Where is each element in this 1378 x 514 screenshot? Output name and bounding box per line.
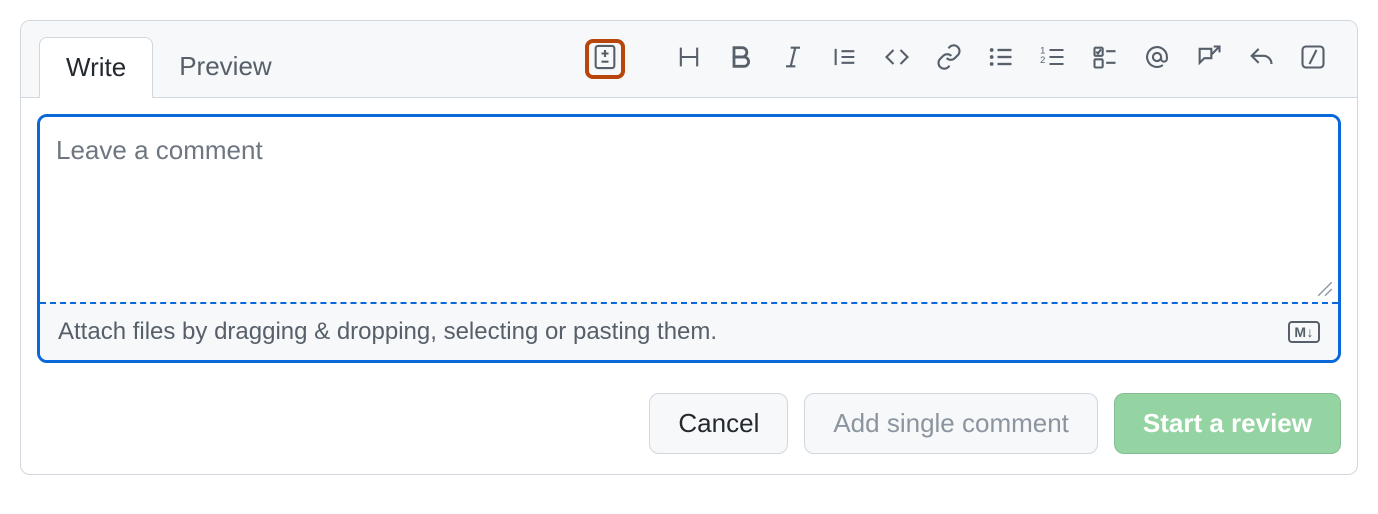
task-list-icon [1091,43,1119,76]
quote-button[interactable] [825,39,865,79]
editor-body: Attach files by dragging & dropping, sel… [21,98,1357,383]
formatting-toolbar: 12 [298,21,1357,97]
editor-tabs: Write Preview [39,36,298,97]
bold-button[interactable] [721,39,761,79]
editor-footer: Cancel Add single comment Start a review [21,383,1357,474]
numbered-list-button[interactable]: 12 [1033,39,1073,79]
mention-button[interactable] [1137,39,1177,79]
cancel-button[interactable]: Cancel [649,393,788,454]
link-button[interactable] [929,39,969,79]
cross-reference-icon [1195,43,1223,76]
cross-reference-button[interactable] [1189,39,1229,79]
reply-button[interactable] [1241,39,1281,79]
comment-editor: Write Preview [20,20,1358,475]
numbered-list-icon: 12 [1039,43,1067,76]
mention-icon [1143,43,1171,76]
link-icon [935,43,963,76]
reply-icon [1247,43,1275,76]
quote-icon [831,43,859,76]
tab-write[interactable]: Write [39,37,153,98]
comment-textarea[interactable] [40,117,1338,297]
tab-preview[interactable]: Preview [153,37,297,98]
editor-header: Write Preview [21,21,1357,98]
attach-hint-text: Attach files by dragging & dropping, sel… [58,318,717,346]
heading-icon [675,43,703,76]
input-container: Attach files by dragging & dropping, sel… [37,114,1341,363]
attach-files-row[interactable]: Attach files by dragging & dropping, sel… [40,302,1338,360]
file-diff-icon [591,43,619,76]
heading-button[interactable] [669,39,709,79]
svg-text:2: 2 [1040,54,1045,64]
add-single-comment-button[interactable]: Add single comment [804,393,1098,454]
task-list-button[interactable] [1085,39,1125,79]
italic-icon [779,43,807,76]
bold-icon [727,43,755,76]
italic-button[interactable] [773,39,813,79]
slash-commands-button[interactable] [1293,39,1333,79]
code-button[interactable] [877,39,917,79]
bullet-list-icon [987,43,1015,76]
slash-commands-icon [1299,43,1327,76]
code-icon [883,43,911,76]
suggestion-button[interactable] [585,39,625,79]
markdown-badge-icon[interactable]: M↓ [1288,321,1320,343]
start-review-button[interactable]: Start a review [1114,393,1341,454]
bullet-list-button[interactable] [981,39,1021,79]
